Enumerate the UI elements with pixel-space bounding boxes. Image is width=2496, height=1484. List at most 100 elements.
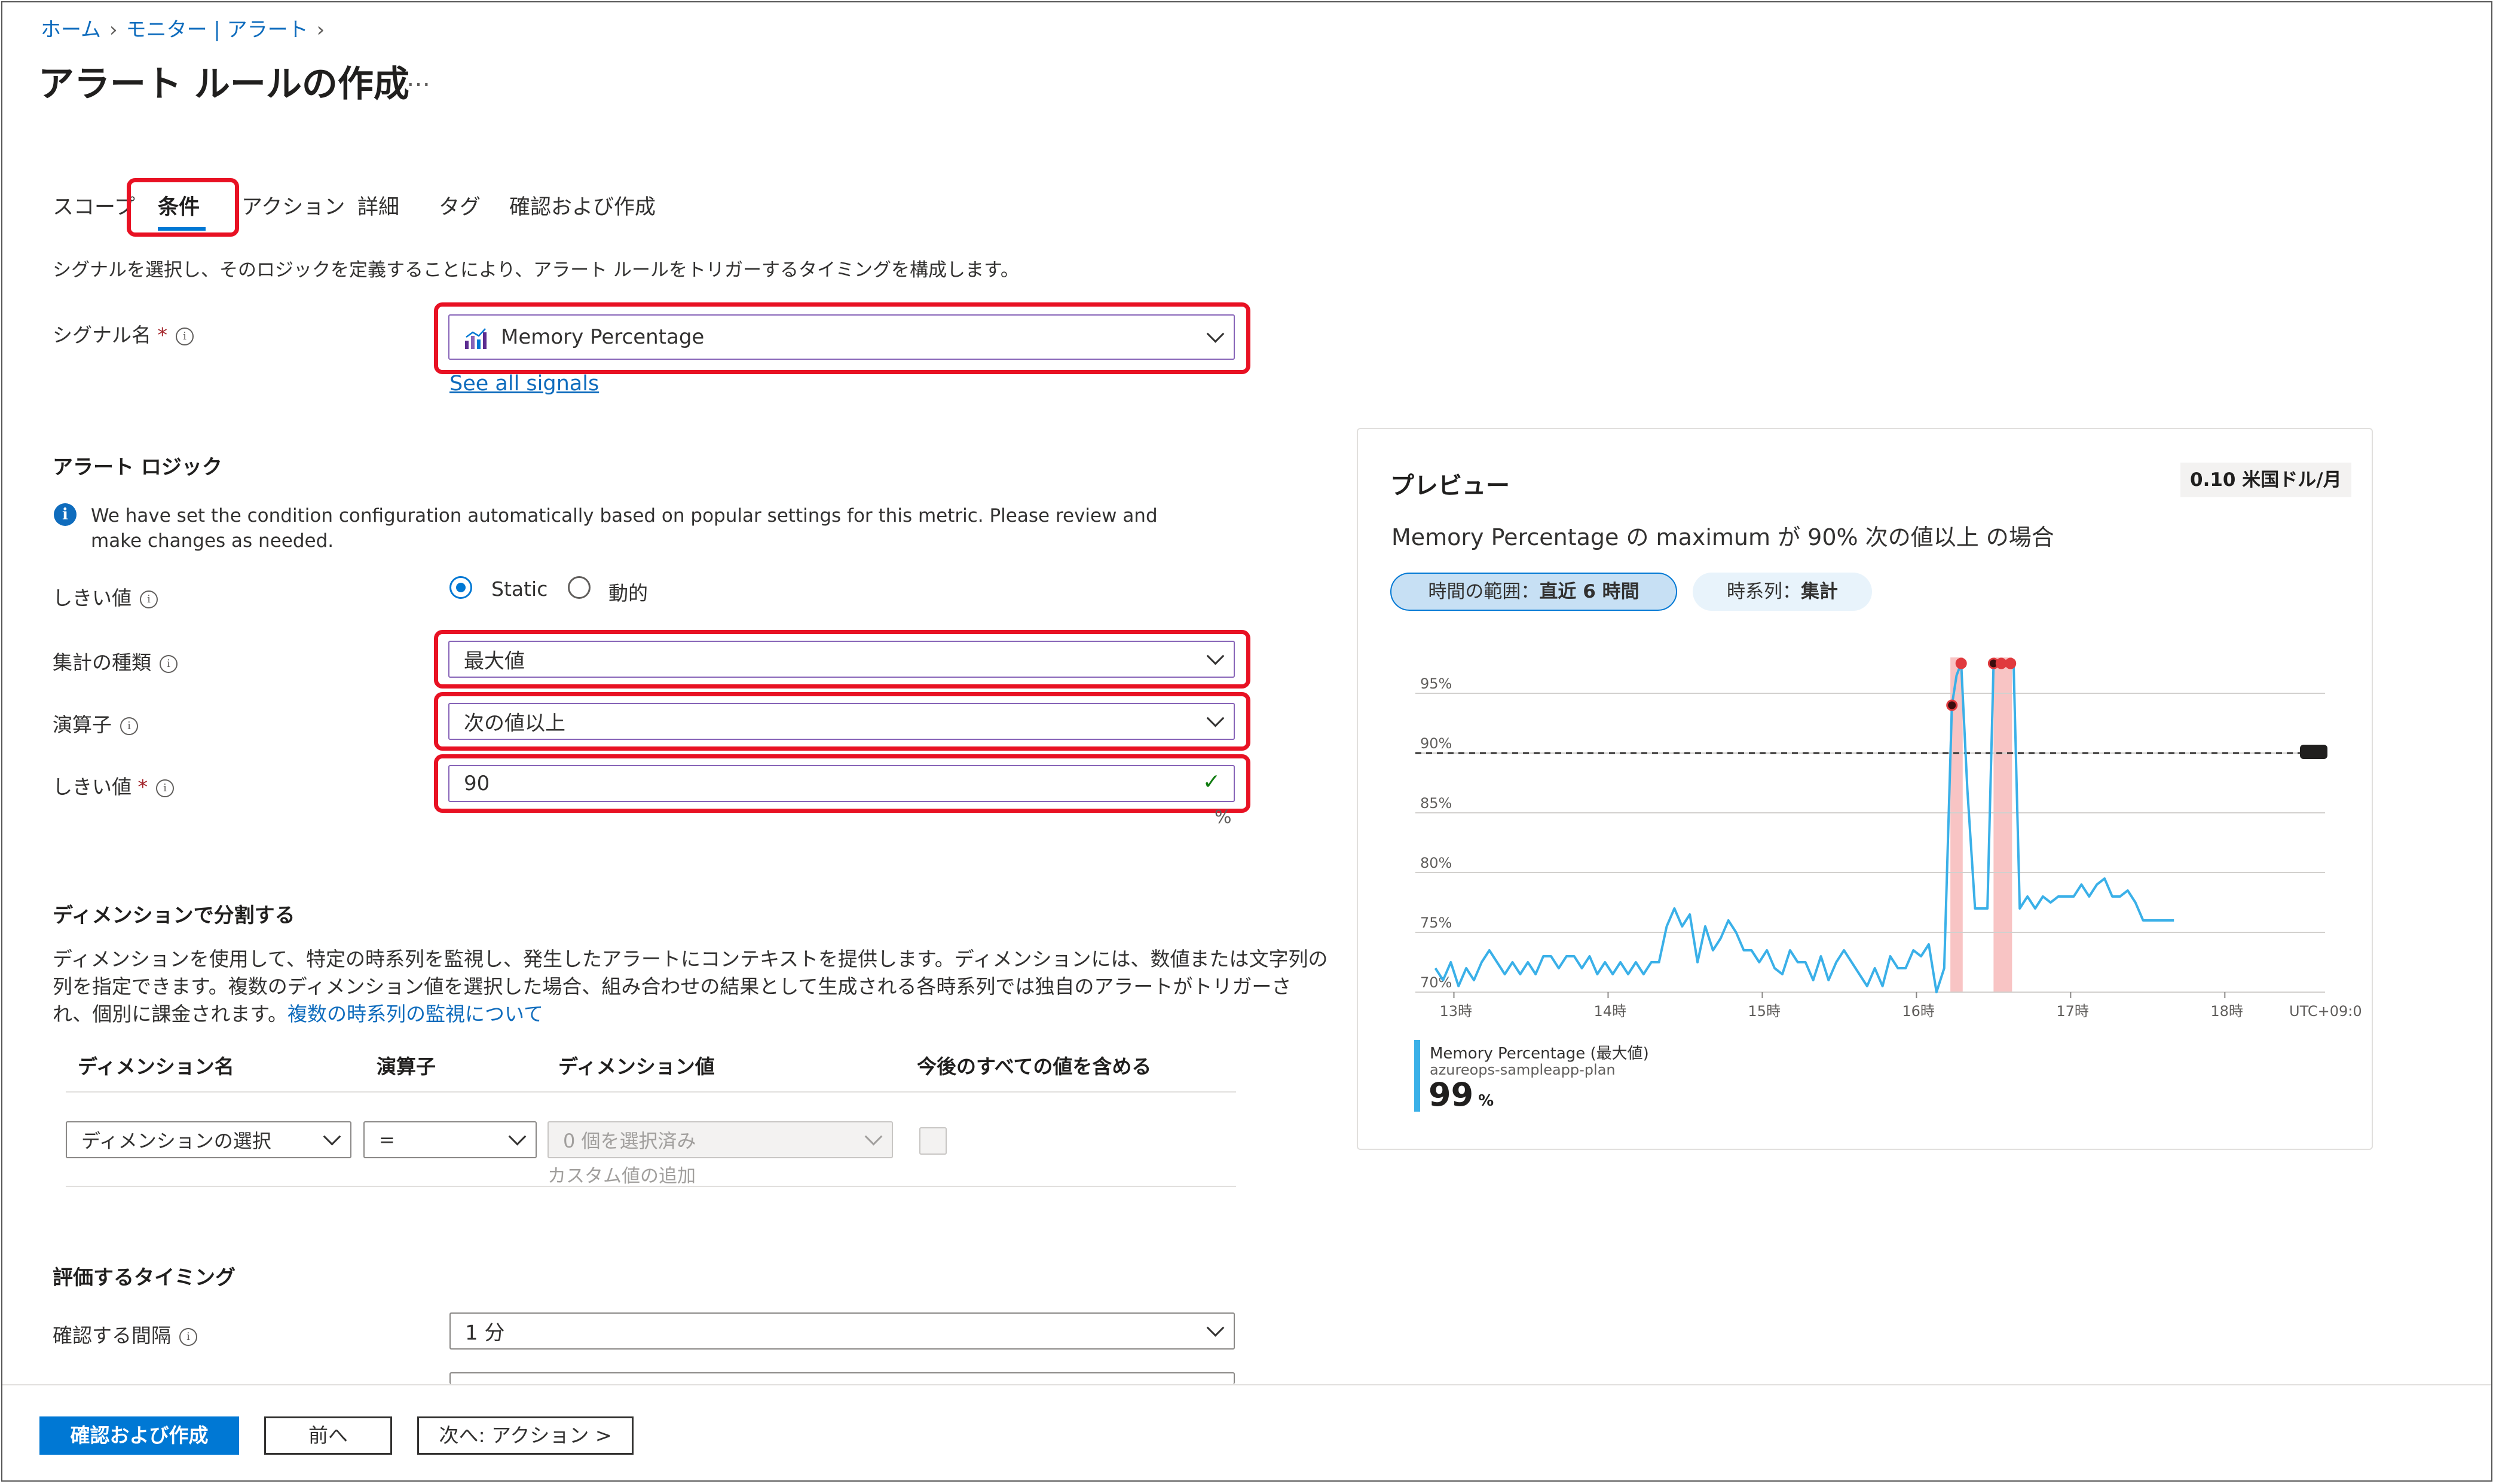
radio-static-label: Static <box>491 577 548 601</box>
breadcrumb-home[interactable]: ホーム <box>41 18 101 42</box>
tab-details[interactable]: 詳細 <box>357 190 399 221</box>
estimated-cost-badge: 0.10 米国ドル/月 <box>2180 463 2351 497</box>
chevron-down-icon <box>1206 709 1225 727</box>
timezone-label: UTC+09:00 <box>2289 1003 2361 1020</box>
alert-region-1 <box>1993 657 2012 992</box>
y-tick-label: 85% <box>1420 795 1452 812</box>
next-actions-button[interactable]: 次へ: アクション > <box>417 1416 634 1455</box>
include-future-values-checkbox[interactable] <box>919 1127 947 1155</box>
divider <box>66 1091 1236 1093</box>
add-custom-value[interactable]: カスタム値の追加 <box>547 1161 696 1188</box>
preview-condition-text: Memory Percentage の maximum が 90% 次の値以上 … <box>1391 524 2054 550</box>
info-icon: i <box>160 654 178 673</box>
chevron-right-icon: › <box>109 18 118 42</box>
threshold-handle <box>2300 745 2327 759</box>
page-title: アラート ルールの作成 <box>38 63 409 105</box>
info-icon: i <box>120 717 138 735</box>
info-icon: i <box>179 1327 197 1346</box>
time-series-pill[interactable]: 時系列：集計 <box>1693 573 1872 611</box>
alert-point <box>1955 657 1967 669</box>
chevron-down-icon <box>1206 1318 1225 1337</box>
check-every-label: 確認する間隔 i <box>53 1320 197 1348</box>
time-range-pill[interactable]: 時間の範囲：直近 6 時間 <box>1390 573 1677 611</box>
condition-description: シグナルを選択し、そのロジックを定義することにより、アラート ルールをトリガーす… <box>53 259 1019 281</box>
dimension-values-dropdown[interactable]: 0 個を選択済み <box>547 1121 893 1158</box>
x-tick-label: 16時 <box>1902 1003 1935 1020</box>
previous-button[interactable]: 前へ <box>264 1416 392 1455</box>
legend-color-bar <box>1414 1040 1420 1112</box>
aggregation-type-label: 集計の種類 i <box>53 647 178 675</box>
x-tick-label: 14時 <box>1593 1003 1626 1020</box>
threshold-input[interactable]: 90 ✓ <box>448 765 1235 802</box>
radio-static[interactable] <box>449 576 472 599</box>
dimension-description: ディメンションを使用して、特定の時系列を監視し、発生したアラートにコンテキストを… <box>53 947 1328 1026</box>
info-icon: i <box>176 327 194 345</box>
threshold-unit: % <box>1215 807 1232 828</box>
metric-chart-icon <box>465 328 487 349</box>
tab-tags[interactable]: タグ <box>439 190 481 221</box>
chevron-down-icon <box>323 1127 341 1146</box>
operator-label: 演算子 i <box>53 709 138 738</box>
y-tick-label: 80% <box>1420 855 1452 871</box>
tab-actions[interactable]: アクション <box>241 190 345 221</box>
split-by-dimensions-heading: ディメンションで分割する <box>53 904 295 928</box>
review-create-button[interactable]: 確認および作成 <box>39 1416 239 1455</box>
y-tick-label: 95% <box>1420 675 1452 692</box>
chevron-down-icon <box>1206 647 1225 665</box>
operator-dropdown[interactable]: 次の値以上 <box>448 703 1235 740</box>
aggregation-type-dropdown[interactable]: 最大値 <box>448 641 1235 678</box>
breadcrumb-monitor-alerts[interactable]: モニター | アラート <box>126 18 308 42</box>
x-tick-label: 13時 <box>1439 1003 1472 1020</box>
see-all-signals-link[interactable]: See all signals <box>449 372 599 396</box>
y-tick-label: 75% <box>1420 914 1452 931</box>
y-tick-label: 70% <box>1420 974 1452 991</box>
divider <box>66 1186 1236 1187</box>
info-icon: i <box>140 590 158 608</box>
col-include-future-values: 今後のすべての値を含める <box>917 1055 1152 1078</box>
x-tick-label: 15時 <box>1748 1003 1781 1020</box>
x-tick-label: 18時 <box>2210 1003 2243 1020</box>
info-circle-icon: i <box>54 503 77 526</box>
preview-chart: 70% 75% 80% 85% 90% 95% 13時 14時 15時 16時 17時 18時 UTC+… <box>1415 657 2361 1020</box>
lookback-period-dropdown-partial[interactable] <box>449 1372 1235 1384</box>
series-line-0 <box>1434 662 2174 993</box>
tab-review-create[interactable]: 確認および作成 <box>509 190 656 221</box>
aggregation-type-value: 最大値 <box>464 649 525 674</box>
tab-condition[interactable]: 条件 <box>158 190 200 221</box>
alert-point <box>1995 657 2007 669</box>
chevron-down-icon <box>1206 325 1225 343</box>
threshold-input-value: 90 <box>464 772 490 795</box>
y-tick-label: 90% <box>1420 735 1452 752</box>
threshold-type-label: しきい値 i <box>53 582 158 611</box>
col-dimension-values: ディメンション値 <box>558 1055 715 1078</box>
alert-point <box>1946 699 1958 711</box>
legend-value: 99% <box>1429 1076 1494 1113</box>
dimension-name-dropdown[interactable]: ディメンションの選択 <box>66 1121 351 1158</box>
chevron-right-icon: › <box>316 18 325 42</box>
col-dimension-name: ディメンション名 <box>78 1055 234 1078</box>
operator-value: 次の値以上 <box>464 711 565 736</box>
threshold-value-label: しきい値 * i <box>53 771 174 800</box>
checkmark-icon: ✓ <box>1202 770 1221 794</box>
signal-name-label: シグナル名 * i <box>53 319 194 348</box>
radio-dynamic[interactable] <box>568 576 591 599</box>
tab-active-indicator <box>158 227 206 231</box>
dimension-operator-dropdown[interactable]: = <box>363 1121 537 1158</box>
evaluation-heading: 評価するタイミング <box>53 1266 235 1290</box>
preview-title: プレビュー <box>1390 472 1510 500</box>
signal-name-dropdown[interactable]: Memory Percentage <box>448 314 1235 360</box>
legend-metric-name: Memory Percentage (最大値) <box>1430 1045 1649 1063</box>
radio-dynamic-label: 動的 <box>608 582 648 605</box>
breadcrumb: ホーム › モニター | アラート › <box>41 13 333 42</box>
alert-logic-info-message: We have set the condition configuration … <box>91 505 1158 552</box>
monitor-multiple-timeseries-link[interactable]: 複数の時系列の監視について <box>287 1002 543 1026</box>
signal-name-value: Memory Percentage <box>501 325 705 349</box>
chevron-down-icon <box>864 1127 883 1146</box>
col-operator: 演算子 <box>377 1055 436 1078</box>
tab-scope[interactable]: スコープ <box>53 190 135 221</box>
chevron-down-icon <box>508 1127 527 1146</box>
check-every-dropdown[interactable]: 1 分 <box>449 1312 1235 1350</box>
alert-point <box>2005 657 2017 669</box>
more-options-icon[interactable]: … <box>406 65 430 92</box>
info-icon: i <box>156 779 174 797</box>
